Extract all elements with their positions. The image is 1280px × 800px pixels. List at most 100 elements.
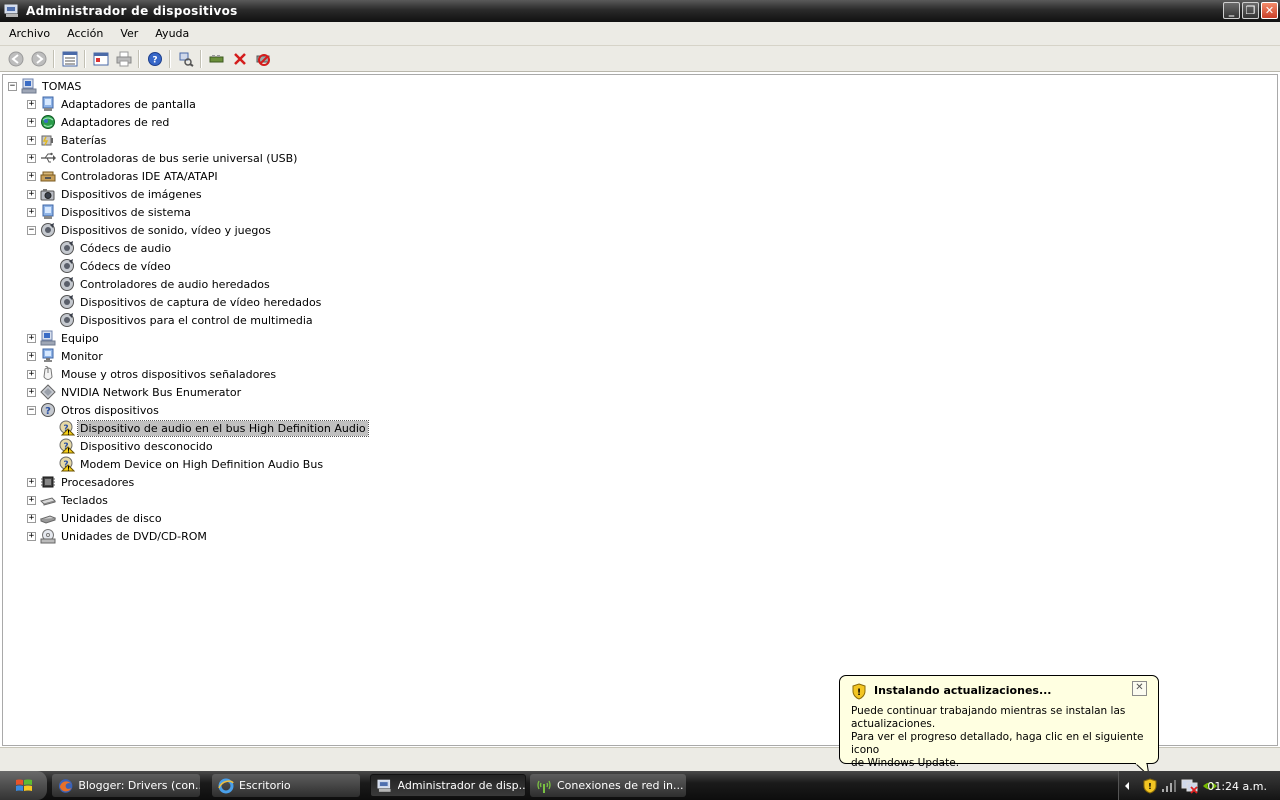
- tree-expand-toggle[interactable]: +: [27, 334, 36, 343]
- close-button[interactable]: ✕: [1261, 2, 1278, 19]
- tree-node-label: Unidades de disco: [61, 511, 162, 525]
- tree-device-node[interactable]: Dispositivos para el control de multimed…: [59, 311, 315, 329]
- back-button[interactable]: [4, 48, 27, 70]
- network-adapter-icon: [41, 115, 55, 129]
- tree-node-label: Códecs de audio: [80, 241, 172, 255]
- balloon-line: Puede continuar trabajando mientras se i…: [851, 705, 1126, 717]
- tree-category-node[interactable]: NVIDIA Network Bus Enumerator: [40, 383, 243, 401]
- tree-category-node[interactable]: Unidades de DVD/CD-ROM: [40, 527, 209, 545]
- tree-node-label: Dispositivos de sistema: [61, 205, 191, 219]
- tree-node-label: Baterías: [61, 133, 107, 147]
- scan-hardware-button[interactable]: [174, 48, 197, 70]
- tree-category-node[interactable]: Adaptadores de red: [40, 113, 171, 131]
- tree-category-node[interactable]: Equipo: [40, 329, 101, 347]
- update-notification-balloon[interactable]: ! Instalando actualizaciones... ✕ Puede …: [839, 675, 1159, 777]
- svg-text:?: ?: [152, 55, 157, 65]
- tree-node-label-selected: Dispositivo de audio en el bus High Defi…: [77, 419, 369, 437]
- tree-node-label: Unidades de DVD/CD-ROM: [61, 529, 207, 543]
- tree-category-node[interactable]: ? Otros dispositivos: [40, 401, 161, 419]
- tree-node-label: Controladoras IDE ATA/ATAPI: [61, 169, 218, 183]
- forward-button[interactable]: [27, 48, 50, 70]
- tree-expand-toggle[interactable]: +: [27, 478, 36, 487]
- tree-category-node[interactable]: Dispositivos de sonido, vídeo y juegos: [40, 221, 273, 239]
- tree-device-node[interactable]: ?! Dispositivo desconocido: [59, 437, 215, 455]
- disable-icon: [256, 53, 270, 66]
- tree-category-node[interactable]: Monitor: [40, 347, 105, 365]
- menu-accion[interactable]: Acción: [58, 27, 111, 40]
- tree-device-node[interactable]: Dispositivos de captura de vídeo heredad…: [59, 293, 323, 311]
- tree-category-node[interactable]: Procesadores: [40, 473, 136, 491]
- tree-node-label: Adaptadores de red: [61, 115, 170, 129]
- task-escritorio[interactable]: Escritorio: [212, 774, 360, 797]
- tree-node-label: Adaptadores de pantalla: [61, 97, 196, 111]
- tree-view-button[interactable]: [58, 48, 81, 70]
- tree-category-node[interactable]: Dispositivos de sistema: [40, 203, 193, 221]
- network-disconnected-icon[interactable]: [1181, 778, 1199, 794]
- print-button[interactable]: [112, 48, 135, 70]
- tree-expand-toggle[interactable]: +: [27, 514, 36, 523]
- tree-expand-toggle[interactable]: +: [27, 136, 36, 145]
- tray-expand-arrow-icon[interactable]: [1123, 781, 1131, 791]
- tree-expand-toggle[interactable]: +: [27, 352, 36, 361]
- system-device-icon: [42, 204, 54, 219]
- device-tree[interactable]: − TOMAS + Adaptadores de pantalla + Adaptador…: [2, 74, 1278, 746]
- sound-icon: [60, 313, 74, 327]
- clock[interactable]: 01:24 a.m.: [1207, 780, 1267, 793]
- tree-expand-toggle[interactable]: +: [27, 208, 36, 217]
- tree-category-node[interactable]: Controladoras IDE ATA/ATAPI: [40, 167, 220, 185]
- tree-device-node[interactable]: ?! Dispositivo de audio en el bus High De…: [59, 419, 369, 437]
- tree-node-label: Dispositivos de captura de vídeo heredad…: [80, 295, 322, 309]
- tree-category-node[interactable]: Unidades de disco: [40, 509, 164, 527]
- update-driver-button[interactable]: [205, 48, 228, 70]
- battery-icon: [41, 135, 53, 146]
- tree-collapse-toggle[interactable]: −: [27, 226, 36, 235]
- disable-button[interactable]: [251, 48, 274, 70]
- windows-update-shield-icon[interactable]: !: [1143, 777, 1157, 794]
- tree-collapse-toggle[interactable]: −: [8, 82, 17, 91]
- tree-expand-toggle[interactable]: +: [27, 370, 36, 379]
- tree-expand-toggle[interactable]: +: [27, 190, 36, 199]
- task-blogger[interactable]: Blogger: Drivers (con...: [52, 774, 200, 797]
- tree-device-node[interactable]: Códecs de vídeo: [59, 257, 173, 275]
- menu-ayuda[interactable]: Ayuda: [146, 27, 197, 40]
- start-button[interactable]: [0, 771, 47, 800]
- tree-node-label: NVIDIA Network Bus Enumerator: [61, 385, 242, 399]
- tree-expand-toggle[interactable]: +: [27, 100, 36, 109]
- tree-node-label: Dispositivos de imágenes: [61, 187, 202, 201]
- tree-root-node[interactable]: TOMAS: [21, 77, 83, 95]
- balloon-line: Para ver el progreso detallado, haga cli…: [851, 731, 1144, 756]
- computer-icon: [21, 78, 37, 94]
- title-bar[interactable]: Administrador de dispositivos _ ❐ ✕: [0, 0, 1280, 22]
- tree-category-node[interactable]: Adaptadores de pantalla: [40, 95, 198, 113]
- tree-expand-toggle[interactable]: +: [27, 388, 36, 397]
- tree-expand-toggle[interactable]: +: [27, 172, 36, 181]
- task-conexiones[interactable]: Conexiones de red in...: [530, 774, 686, 797]
- tree-collapse-toggle[interactable]: −: [27, 406, 36, 415]
- sound-icon: [41, 223, 55, 237]
- help-button[interactable]: ?: [143, 48, 166, 70]
- task-administrador[interactable]: Administrador de disp...: [370, 774, 526, 797]
- maximize-button[interactable]: ❐: [1242, 2, 1259, 19]
- tree-expand-toggle[interactable]: +: [27, 118, 36, 127]
- monitor-icon: [42, 348, 54, 362]
- tree-category-node[interactable]: Dispositivos de imágenes: [40, 185, 204, 203]
- tree-device-node[interactable]: ?! Modem Device on High Definition Audio …: [59, 455, 325, 473]
- properties-button[interactable]: [89, 48, 112, 70]
- tree-expand-toggle[interactable]: +: [27, 154, 36, 163]
- tree-device-node[interactable]: Códecs de audio: [59, 239, 173, 257]
- uninstall-button[interactable]: [228, 48, 251, 70]
- balloon-close-button[interactable]: ✕: [1132, 681, 1147, 696]
- tree-category-node[interactable]: Controladoras de bus serie universal (US…: [40, 149, 299, 167]
- tree-device-node[interactable]: Controladores de audio heredados: [59, 275, 272, 293]
- computer-icon: [40, 330, 56, 346]
- tree-category-node[interactable]: Teclados: [40, 491, 110, 509]
- minimize-button[interactable]: _: [1223, 2, 1240, 19]
- menu-ver[interactable]: Ver: [111, 27, 146, 40]
- tree-expand-toggle[interactable]: +: [27, 532, 36, 541]
- tree-category-node[interactable]: Baterías: [40, 131, 108, 149]
- sound-icon: [60, 295, 74, 309]
- tree-category-node[interactable]: Mouse y otros dispositivos señaladores: [40, 365, 278, 383]
- tree-expand-toggle[interactable]: +: [27, 496, 36, 505]
- signal-strength-icon[interactable]: [1161, 779, 1177, 793]
- menu-archivo[interactable]: Archivo: [0, 27, 58, 40]
